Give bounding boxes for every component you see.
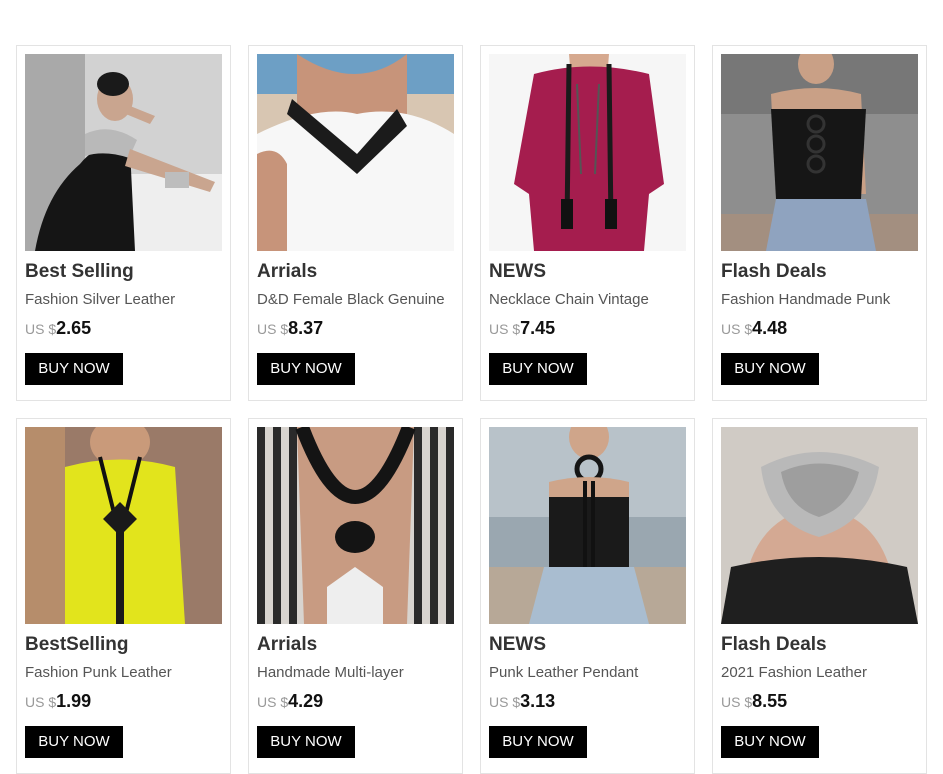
price-amount: 1.99 bbox=[56, 691, 92, 711]
product-subtitle[interactable]: Fashion Silver Leather bbox=[25, 291, 225, 308]
black-top-ring-pendant-photo[interactable] bbox=[721, 54, 918, 251]
product-card: Arrials D&D Female Black Genuine US $8.3… bbox=[248, 45, 463, 401]
price-amount: 3.13 bbox=[520, 691, 556, 711]
price-currency: US $ bbox=[489, 694, 521, 710]
product-price: US $7.45 bbox=[489, 318, 555, 339]
buy-now-button[interactable]: BUY NOW bbox=[257, 353, 355, 385]
buy-now-button[interactable]: BUY NOW bbox=[721, 353, 819, 385]
buy-now-button[interactable]: BUY NOW bbox=[25, 353, 123, 385]
buy-now-button[interactable]: BUY NOW bbox=[489, 726, 587, 758]
product-price: US $8.55 bbox=[721, 691, 787, 712]
product-title[interactable]: NEWS bbox=[489, 261, 546, 283]
yellow-top-long-leather-necklace-photo[interactable] bbox=[25, 427, 222, 624]
product-price: US $4.29 bbox=[257, 691, 323, 712]
price-currency: US $ bbox=[721, 321, 753, 337]
product-card: NEWS Punk Leather Pendant US $3.13 BUY N… bbox=[480, 418, 695, 774]
product-price: US $1.99 bbox=[25, 691, 91, 712]
price-currency: US $ bbox=[489, 321, 521, 337]
product-card: Best Selling Fashion Silver Leather US $… bbox=[16, 45, 231, 401]
product-title[interactable]: BestSelling bbox=[25, 634, 128, 656]
product-subtitle[interactable]: Fashion Punk Leather bbox=[25, 664, 225, 681]
product-subtitle[interactable]: Punk Leather Pendant bbox=[489, 664, 689, 681]
product-subtitle[interactable]: Handmade Multi-layer bbox=[257, 664, 457, 681]
striped-top-knot-necklace-photo[interactable] bbox=[257, 427, 454, 624]
buy-now-button[interactable]: BUY NOW bbox=[257, 726, 355, 758]
product-card: Flash Deals Fashion Handmade Punk US $4.… bbox=[712, 45, 927, 401]
price-amount: 7.45 bbox=[520, 318, 556, 338]
product-card: Arrials Handmade Multi-layer US $4.29 BU… bbox=[248, 418, 463, 774]
price-currency: US $ bbox=[25, 694, 57, 710]
product-title[interactable]: NEWS bbox=[489, 634, 546, 656]
buy-now-button[interactable]: BUY NOW bbox=[489, 353, 587, 385]
product-title[interactable]: Flash Deals bbox=[721, 261, 827, 283]
price-currency: US $ bbox=[25, 321, 57, 337]
product-grid: Best Selling Fashion Silver Leather US $… bbox=[16, 45, 927, 774]
silver-bib-collar-photo[interactable] bbox=[721, 427, 918, 624]
black-top-ring-choker-photo[interactable] bbox=[489, 427, 686, 624]
woman-silver-cuff-photo[interactable] bbox=[25, 54, 222, 251]
product-price: US $8.37 bbox=[257, 318, 323, 339]
product-card: NEWS Necklace Chain Vintage US $7.45 BUY… bbox=[480, 45, 695, 401]
magenta-dress-chain-necklace-photo[interactable] bbox=[489, 54, 686, 251]
product-price: US $3.13 bbox=[489, 691, 555, 712]
product-price: US $2.65 bbox=[25, 318, 91, 339]
price-amount: 4.48 bbox=[752, 318, 788, 338]
product-title[interactable]: Flash Deals bbox=[721, 634, 827, 656]
product-subtitle[interactable]: D&D Female Black Genuine bbox=[257, 291, 457, 308]
product-card: Flash Deals 2021 Fashion Leather US $8.5… bbox=[712, 418, 927, 774]
buy-now-button[interactable]: BUY NOW bbox=[721, 726, 819, 758]
product-title[interactable]: Best Selling bbox=[25, 261, 134, 283]
product-subtitle[interactable]: 2021 Fashion Leather bbox=[721, 664, 921, 681]
product-subtitle[interactable]: Necklace Chain Vintage bbox=[489, 291, 689, 308]
price-currency: US $ bbox=[257, 321, 289, 337]
price-currency: US $ bbox=[257, 694, 289, 710]
product-title[interactable]: Arrials bbox=[257, 261, 317, 283]
price-amount: 4.29 bbox=[288, 691, 324, 711]
price-amount: 8.55 bbox=[752, 691, 788, 711]
product-card: BestSelling Fashion Punk Leather US $1.9… bbox=[16, 418, 231, 774]
black-leather-collar-photo[interactable] bbox=[257, 54, 454, 251]
product-title[interactable]: Arrials bbox=[257, 634, 317, 656]
product-price: US $4.48 bbox=[721, 318, 787, 339]
price-currency: US $ bbox=[721, 694, 753, 710]
price-amount: 8.37 bbox=[288, 318, 324, 338]
product-subtitle[interactable]: Fashion Handmade Punk bbox=[721, 291, 921, 308]
price-amount: 2.65 bbox=[56, 318, 92, 338]
buy-now-button[interactable]: BUY NOW bbox=[25, 726, 123, 758]
